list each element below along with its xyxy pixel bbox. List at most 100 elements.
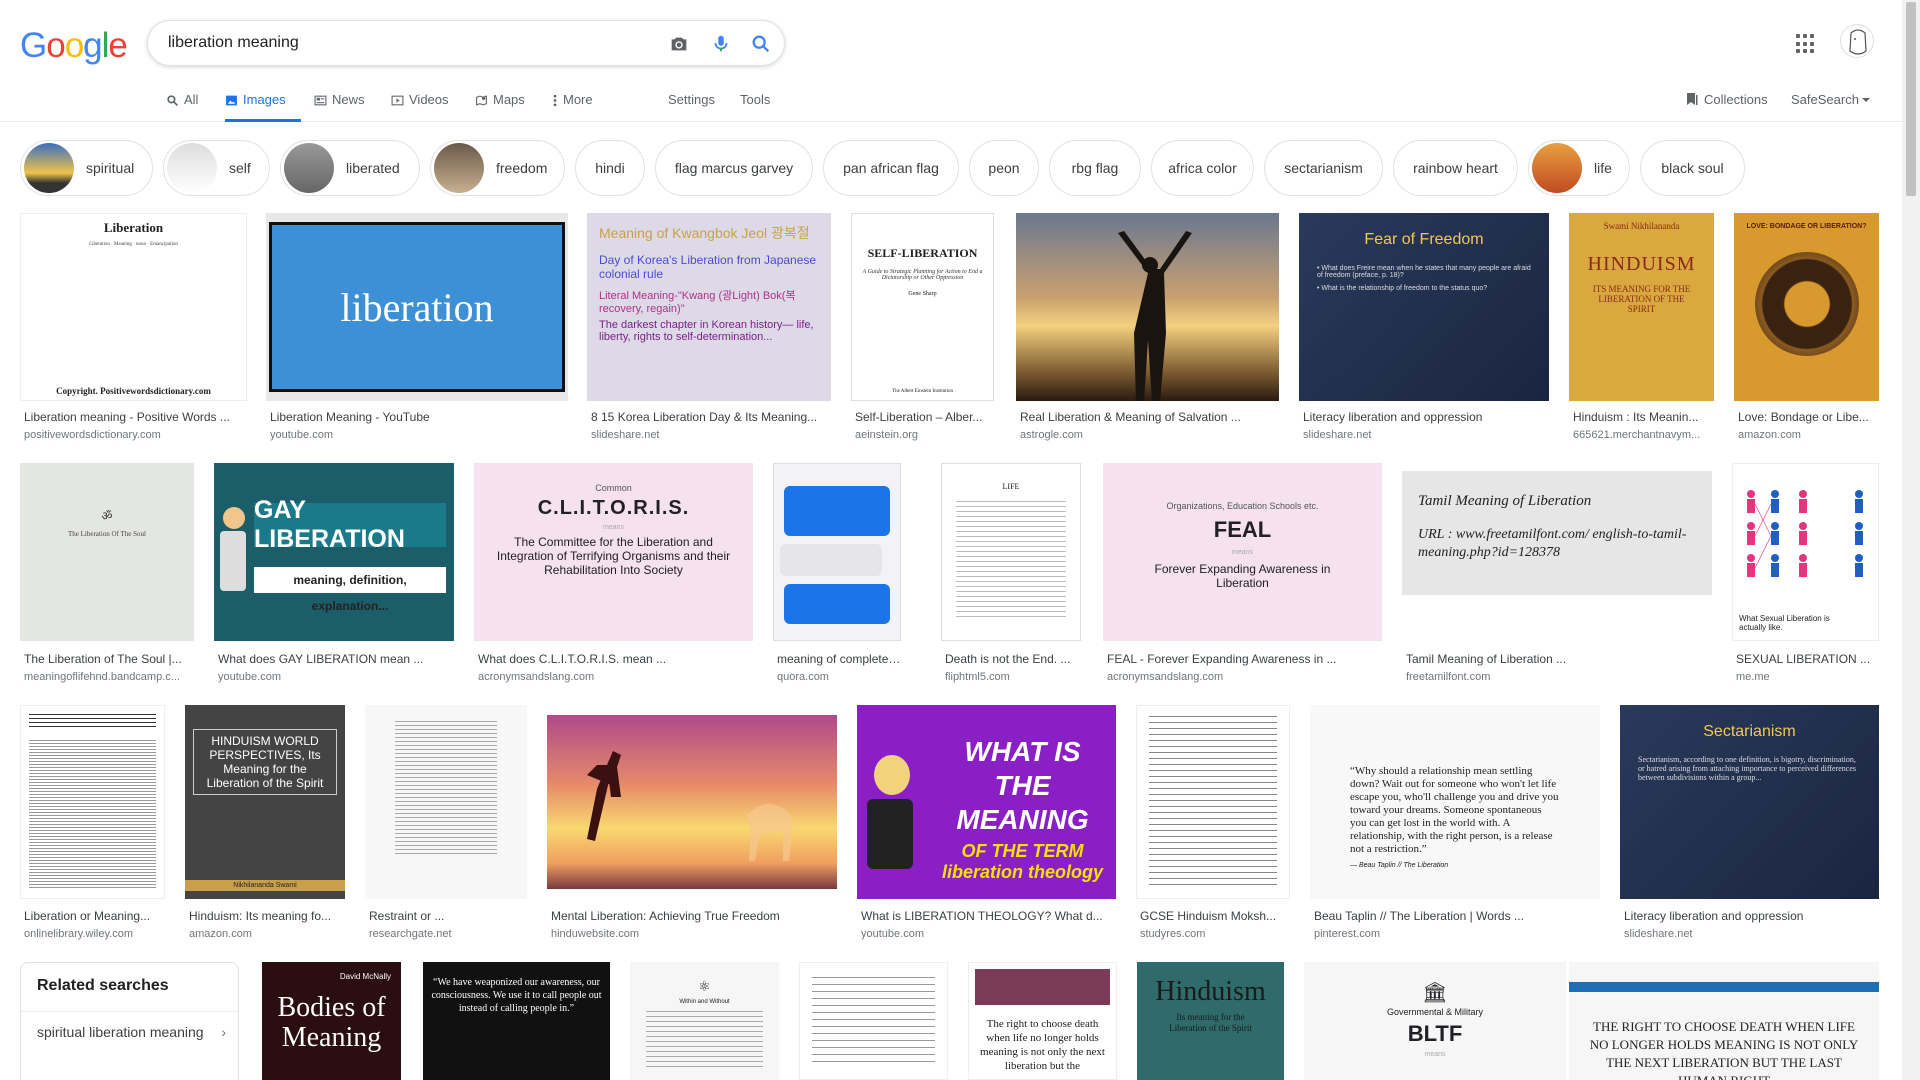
result-thumbnail[interactable]: THE RIGHT TO CHOOSE DEATH WHEN LIFE NO L… xyxy=(1569,962,1879,1080)
image-result[interactable]: ⚛ Within and Without xyxy=(630,962,779,1080)
result-caption[interactable]: Tamil Meaning of Liberation ... xyxy=(1406,652,1712,666)
result-caption[interactable]: Literacy liberation and oppression xyxy=(1624,909,1879,923)
settings-link[interactable]: Settings xyxy=(668,92,715,107)
image-result[interactable]: Swami Nikhilananda HINDUISM ITS MEANING … xyxy=(1569,213,1714,445)
search-input[interactable]: liberation meaning xyxy=(168,34,299,52)
image-result[interactable]: Common C.L.I.T.O.R.I.S. means The Commit… xyxy=(474,463,753,685)
tools-link[interactable]: Tools xyxy=(740,92,770,107)
result-caption[interactable]: Restraint or ... xyxy=(369,909,527,923)
result-thumbnail[interactable] xyxy=(773,463,901,641)
result-thumbnail[interactable]: SELF-LIBERATION A Guide to Strategic Pla… xyxy=(851,213,994,401)
image-result[interactable]: “We have weaponized our awareness, our c… xyxy=(423,962,610,1080)
result-thumbnail[interactable]: Liberation Liberation · Meaning · noun ·… xyxy=(20,213,247,401)
result-caption[interactable]: Liberation or Meaning... xyxy=(24,909,165,923)
image-result[interactable]: Hinduism Its meaning for the Liberation … xyxy=(1137,962,1284,1080)
result-caption[interactable]: Beau Taplin // The Liberation | Words ..… xyxy=(1314,909,1600,923)
collections-link[interactable]: Collections xyxy=(1686,92,1768,107)
result-thumbnail[interactable]: “We have weaponized our awareness, our c… xyxy=(423,962,610,1080)
result-thumbnail[interactable]: David McNally Bodies of Meaning xyxy=(262,962,401,1080)
result-caption[interactable]: Hinduism: Its meaning fo... xyxy=(189,909,345,923)
result-thumbnail[interactable]: The right to choose death when life no l… xyxy=(968,962,1117,1080)
image-result[interactable]: LOVE: BONDAGE OR LIBERATION? Love: Bonda… xyxy=(1734,213,1879,445)
result-caption[interactable]: FEAL - Forever Expanding Awareness in ..… xyxy=(1107,652,1382,666)
result-caption[interactable]: meaning of complete li... xyxy=(777,652,901,666)
chip-sectarianism[interactable]: sectarianism xyxy=(1264,140,1383,196)
image-result[interactable]: Organizations, Education Schools etc. FE… xyxy=(1103,463,1382,685)
result-thumbnail[interactable]: Sectarianism Sectarianism, according to … xyxy=(1620,705,1879,899)
chip-freedom[interactable]: freedom xyxy=(430,140,565,196)
chip-liberated[interactable]: liberated xyxy=(280,140,420,196)
result-thumbnail[interactable]: Fear of Freedom • What does Freire mean … xyxy=(1299,213,1549,401)
result-caption[interactable]: Liberation Meaning - YouTube xyxy=(270,410,568,424)
result-thumbnail[interactable]: “Why should a relationship mean settling… xyxy=(1310,705,1600,899)
chip-rbg-flag[interactable]: rbg flag xyxy=(1049,140,1141,196)
image-result[interactable]: liberation Liberation Meaning - YouTube … xyxy=(266,213,568,445)
image-result[interactable]: ॐ The Liberation Of The Soul The Liberat… xyxy=(20,463,194,685)
search-icon[interactable] xyxy=(750,33,772,55)
result-thumbnail[interactable] xyxy=(1136,705,1290,899)
result-caption[interactable]: Mental Liberation: Achieving True Freedo… xyxy=(551,909,837,923)
result-caption[interactable]: Love: Bondage or Libe... xyxy=(1738,410,1879,424)
chip-self[interactable]: self xyxy=(163,140,270,196)
result-caption[interactable]: Death is not the End. ... xyxy=(945,652,1081,666)
image-result[interactable]: GCSE Hinduism Moksh... studyres.com xyxy=(1136,705,1290,943)
result-thumbnail[interactable]: GAY LIBERATION meaning, definition, expl… xyxy=(214,463,454,641)
tab-videos[interactable]: Videos xyxy=(391,92,449,122)
result-caption[interactable]: What is LIBERATION THEOLOGY? What d... xyxy=(861,909,1116,923)
tab-more[interactable]: More xyxy=(552,92,593,122)
tab-news[interactable]: News xyxy=(314,92,365,122)
result-thumbnail[interactable]: HINDUISM WORLD PERSPECTIVES, Its Meaning… xyxy=(185,705,345,899)
image-result[interactable]: SELF-LIBERATION A Guide to Strategic Pla… xyxy=(851,213,994,445)
chip-black-soul[interactable]: black soul xyxy=(1640,140,1745,196)
image-result[interactable]: The right to choose death when life no l… xyxy=(968,962,1117,1080)
result-thumbnail[interactable] xyxy=(547,705,837,899)
image-result[interactable]: GAY LIBERATION meaning, definition, expl… xyxy=(214,463,454,685)
result-thumbnail[interactable]: Organizations, Education Schools etc. FE… xyxy=(1103,463,1382,641)
image-result[interactable]: Liberation Liberation · Meaning · noun ·… xyxy=(20,213,247,445)
result-thumbnail[interactable] xyxy=(365,705,527,899)
chip-flag-marcus-garvey[interactable]: flag marcus garvey xyxy=(655,140,813,196)
image-result[interactable]: HINDUISM WORLD PERSPECTIVES, Its Meaning… xyxy=(185,705,345,943)
image-result[interactable]: Mental Liberation: Achieving True Freedo… xyxy=(547,705,837,943)
result-thumbnail[interactable] xyxy=(20,705,165,899)
avatar[interactable] xyxy=(1840,24,1874,58)
result-thumbnail[interactable]: Hinduism Its meaning for the Liberation … xyxy=(1137,962,1284,1080)
camera-icon[interactable] xyxy=(668,33,690,55)
result-caption[interactable]: Literacy liberation and oppression xyxy=(1303,410,1549,424)
chip-africa-color[interactable]: africa color xyxy=(1151,140,1254,196)
result-caption[interactable]: Self-Liberation – Alber... xyxy=(855,410,994,424)
apps-grid-icon[interactable] xyxy=(1796,34,1816,54)
image-result[interactable]: 🏛 Governmental & Military BLTF means xyxy=(1304,962,1566,1080)
scrollbar-thumb[interactable] xyxy=(1906,2,1916,196)
google-logo[interactable]: Google xyxy=(20,26,128,66)
result-caption[interactable]: Real Liberation & Meaning of Salvation .… xyxy=(1020,410,1279,424)
result-caption[interactable]: GCSE Hinduism Moksh... xyxy=(1140,909,1290,923)
image-result[interactable]: Tamil Meaning of Liberation URL : www.fr… xyxy=(1402,463,1712,685)
image-result[interactable]: What Sexual Liberation is actually like.… xyxy=(1732,463,1879,685)
tab-maps[interactable]: Maps xyxy=(475,92,525,122)
result-thumbnail[interactable]: WHAT IS THE MEANING OF THE TERM liberati… xyxy=(857,705,1116,899)
result-thumbnail[interactable] xyxy=(1016,213,1279,401)
search-box[interactable]: liberation meaning xyxy=(147,20,785,66)
image-result[interactable]: “Why should a relationship mean settling… xyxy=(1310,705,1600,943)
chip-life[interactable]: life xyxy=(1528,140,1630,196)
result-thumbnail[interactable]: What Sexual Liberation is actually like. xyxy=(1732,463,1879,641)
result-thumbnail[interactable]: LOVE: BONDAGE OR LIBERATION? xyxy=(1734,213,1879,401)
result-caption[interactable]: Liberation meaning - Positive Words ... xyxy=(24,410,247,424)
tab-all[interactable]: All xyxy=(166,92,198,122)
mic-icon[interactable] xyxy=(710,33,732,55)
image-result[interactable]: Restraint or ... researchgate.net xyxy=(365,705,527,943)
related-search-item[interactable]: spiritual liberation meaning › xyxy=(21,1011,238,1055)
result-thumbnail[interactable]: ⚛ Within and Without xyxy=(630,962,779,1080)
chip-hindi[interactable]: hindi xyxy=(575,140,645,196)
result-caption[interactable]: The Liberation of The Soul |... xyxy=(24,652,194,666)
result-thumbnail[interactable] xyxy=(799,962,948,1080)
chip-peon[interactable]: peon xyxy=(969,140,1039,196)
image-result[interactable]: Meaning of Kwangbok Jeol 광복절 Day of Kore… xyxy=(587,213,831,445)
result-caption[interactable]: What does C.L.I.T.O.R.I.S. mean ... xyxy=(478,652,753,666)
image-result[interactable]: David McNally Bodies of Meaning xyxy=(262,962,401,1080)
result-thumbnail[interactable]: LIFE xyxy=(941,463,1081,641)
image-result[interactable]: Fear of Freedom • What does Freire mean … xyxy=(1299,213,1549,445)
image-result[interactable]: Sectarianism Sectarianism, according to … xyxy=(1620,705,1879,943)
chip-spiritual[interactable]: spiritual xyxy=(20,140,153,196)
